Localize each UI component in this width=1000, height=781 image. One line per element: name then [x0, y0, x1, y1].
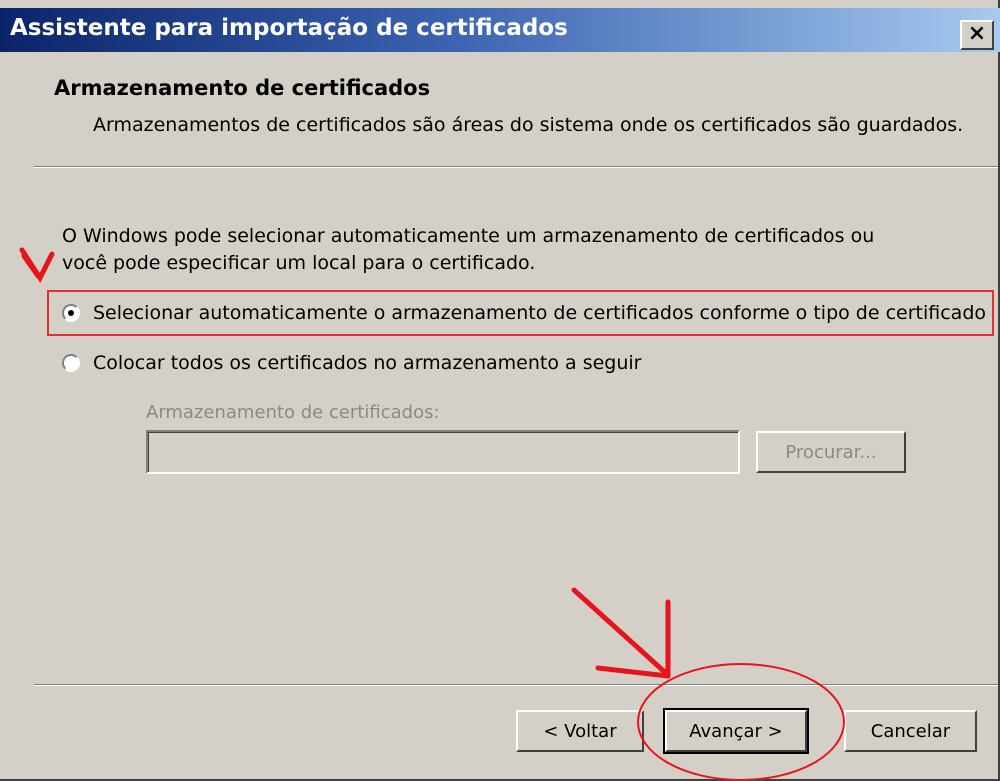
radio-button-unchecked[interactable] — [62, 354, 80, 372]
radio-place-all[interactable]: Colocar todos os certificados no armazen… — [62, 348, 642, 378]
intro-line-2: você pode especificar um local para o ce… — [62, 252, 536, 274]
browse-button: Procurar... — [756, 431, 906, 473]
arrow-to-option-icon — [19, 247, 55, 284]
cancel-button[interactable]: Cancelar — [844, 710, 977, 752]
page-title: Armazenamento de certificados — [54, 76, 431, 100]
close-button[interactable]: × — [960, 20, 994, 50]
radio-button-checked[interactable] — [62, 304, 80, 322]
arrow-to-next-icon — [571, 587, 671, 679]
intro-line-1: O Windows pode selecionar automaticament… — [62, 225, 875, 247]
next-button[interactable]: Avançar > — [663, 708, 809, 754]
import-wizard-window: Assistente para importação de certificad… — [0, 0, 1000, 781]
close-icon: × — [967, 21, 987, 46]
title-bar[interactable]: Assistente para importação de certificad… — [0, 8, 1000, 52]
footer-separator — [34, 684, 998, 686]
radio-place-all-label[interactable]: Colocar todos os certificados no armazen… — [93, 352, 642, 374]
store-field — [146, 430, 740, 474]
page-description: Armazenamentos de certificados são áreas… — [93, 114, 964, 136]
back-button[interactable]: < Voltar — [516, 710, 644, 752]
header-separator — [34, 166, 998, 168]
intro-text: O Windows pode selecionar automaticament… — [62, 223, 874, 277]
window-title: Assistente para importação de certificad… — [10, 15, 568, 41]
radio-auto-select[interactable]: Selecionar automaticamente o armazenamen… — [62, 298, 986, 328]
radio-auto-select-label[interactable]: Selecionar automaticamente o armazenamen… — [93, 302, 986, 324]
store-label: Armazenamento de certificados: — [146, 402, 440, 423]
